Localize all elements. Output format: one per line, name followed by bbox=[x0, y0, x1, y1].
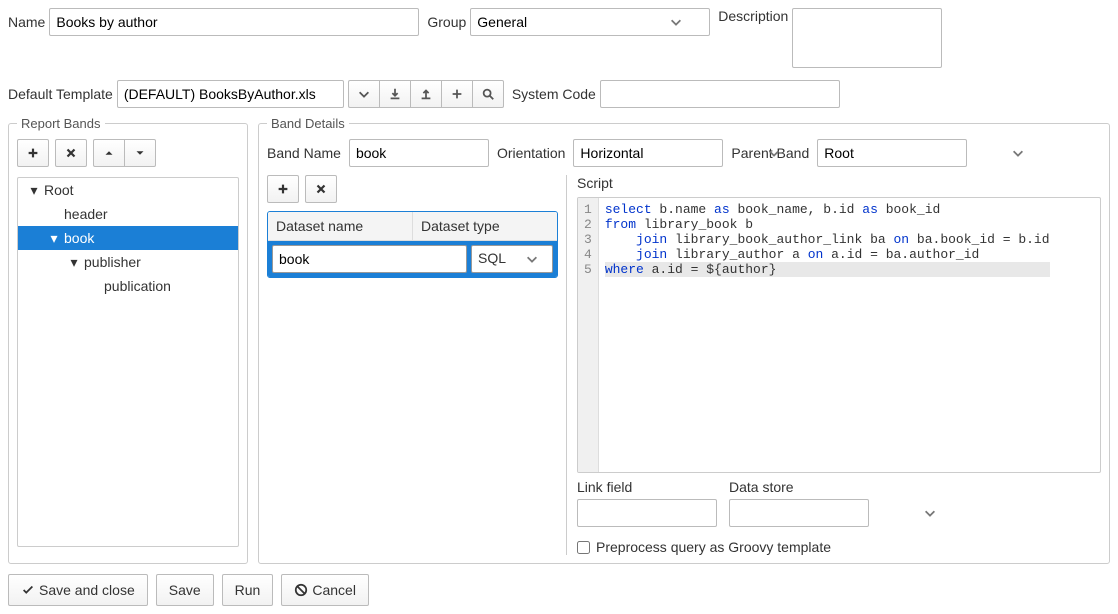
datastore-value[interactable] bbox=[730, 500, 923, 526]
cancel-button[interactable]: Cancel bbox=[281, 574, 369, 606]
save-and-close-label: Save and close bbox=[39, 582, 135, 598]
run-button[interactable]: Run bbox=[222, 574, 274, 606]
chevron-down-icon bbox=[664, 15, 688, 29]
chevron-down-icon bbox=[767, 146, 781, 160]
description-textarea[interactable] bbox=[792, 8, 942, 68]
chevron-down-icon bbox=[923, 506, 937, 520]
group-select-value[interactable] bbox=[471, 9, 664, 35]
chevron-down-icon bbox=[1011, 146, 1025, 160]
bands-tree[interactable]: ▾Rootheader▾book▾publisherpublication bbox=[17, 177, 239, 547]
band-add-button[interactable] bbox=[17, 139, 49, 167]
download-icon bbox=[388, 87, 402, 101]
datasets-table[interactable]: Dataset name Dataset type SQL bbox=[267, 211, 558, 278]
datastore-select[interactable] bbox=[729, 499, 869, 527]
template-add-button[interactable] bbox=[441, 80, 472, 108]
template-label: Default Template bbox=[8, 86, 113, 102]
dataset-type-select[interactable]: SQL bbox=[471, 245, 553, 273]
bandname-label: Band Name bbox=[267, 145, 341, 161]
tree-node-label: Root bbox=[44, 182, 74, 198]
script-label: Script bbox=[577, 175, 1101, 191]
band-details-legend: Band Details bbox=[267, 116, 349, 131]
dataset-row[interactable]: SQL bbox=[268, 241, 557, 277]
upload-icon bbox=[419, 87, 433, 101]
report-bands-panel: Report Bands ▾Rootheader▾book▾publisherp… bbox=[8, 116, 248, 564]
tree-expand-icon: ▾ bbox=[48, 230, 60, 247]
tree-node[interactable]: ▾Root bbox=[18, 178, 238, 202]
bandname-input[interactable] bbox=[349, 139, 489, 167]
chevron-down-icon bbox=[512, 246, 552, 272]
tree-node-label: header bbox=[64, 206, 108, 222]
ds-col-name: Dataset name bbox=[268, 212, 413, 240]
orientation-select[interactable] bbox=[573, 139, 723, 167]
band-movedown-button[interactable] bbox=[124, 139, 156, 167]
chevron-down-icon bbox=[357, 87, 371, 101]
tree-node[interactable]: ▾publisher bbox=[18, 250, 238, 274]
tree-node-label: publication bbox=[104, 278, 171, 294]
cancel-icon bbox=[294, 583, 308, 597]
close-icon bbox=[64, 146, 78, 160]
template-dropdown-button[interactable] bbox=[348, 80, 379, 108]
tree-node[interactable]: publication bbox=[18, 274, 238, 298]
dataset-remove-button[interactable] bbox=[305, 175, 337, 203]
plus-icon bbox=[276, 182, 290, 196]
save-and-close-button[interactable]: Save and close bbox=[8, 574, 148, 606]
tree-node-label: book bbox=[64, 230, 94, 246]
template-select[interactable] bbox=[117, 80, 344, 108]
cancel-label: Cancel bbox=[312, 582, 356, 598]
ds-col-type: Dataset type bbox=[413, 212, 557, 240]
linkfield-input[interactable] bbox=[577, 499, 717, 527]
parentband-select[interactable] bbox=[817, 139, 967, 167]
group-select[interactable] bbox=[470, 8, 710, 36]
band-remove-button[interactable] bbox=[55, 139, 87, 167]
dataset-add-button[interactable] bbox=[267, 175, 299, 203]
run-label: Run bbox=[235, 582, 261, 598]
tree-node[interactable]: ▾book bbox=[18, 226, 238, 250]
group-label: Group bbox=[427, 14, 466, 30]
name-label: Name bbox=[8, 14, 45, 30]
script-editor[interactable]: 12345 select b.name as book_name, b.id a… bbox=[577, 197, 1101, 473]
template-upload-button[interactable] bbox=[410, 80, 441, 108]
caret-up-icon bbox=[102, 146, 116, 160]
dataset-type-value: SQL bbox=[472, 246, 512, 272]
close-icon bbox=[314, 182, 328, 196]
linkfield-label: Link field bbox=[577, 479, 717, 495]
template-download-button[interactable] bbox=[379, 80, 410, 108]
caret-down-icon bbox=[133, 146, 147, 160]
search-icon bbox=[481, 87, 495, 101]
preprocess-checkbox[interactable] bbox=[577, 541, 590, 554]
datastore-label: Data store bbox=[729, 479, 869, 495]
template-select-value[interactable] bbox=[118, 81, 343, 107]
syscode-input[interactable] bbox=[600, 80, 840, 108]
plus-icon bbox=[450, 87, 464, 101]
check-icon bbox=[21, 583, 35, 597]
report-bands-legend: Report Bands bbox=[17, 116, 105, 131]
syscode-label: System Code bbox=[512, 86, 596, 102]
save-label: Save bbox=[169, 582, 201, 598]
band-moveup-button[interactable] bbox=[93, 139, 124, 167]
save-button[interactable]: Save bbox=[156, 574, 214, 606]
description-label: Description bbox=[718, 8, 788, 24]
orient-label: Orientation bbox=[497, 145, 565, 161]
dataset-name-input[interactable] bbox=[272, 245, 467, 273]
template-search-button[interactable] bbox=[472, 80, 504, 108]
band-details-panel: Band Details Band Name Orientation Paren… bbox=[258, 116, 1110, 564]
tree-expand-icon: ▾ bbox=[28, 182, 40, 199]
preprocess-label: Preprocess query as Groovy template bbox=[596, 539, 831, 555]
name-input[interactable] bbox=[49, 8, 419, 36]
parentband-value[interactable] bbox=[818, 140, 1011, 166]
plus-icon bbox=[26, 146, 40, 160]
tree-node[interactable]: header bbox=[18, 202, 238, 226]
tree-expand-icon: ▾ bbox=[68, 254, 80, 271]
orientation-value[interactable] bbox=[574, 140, 767, 166]
tree-node-label: publisher bbox=[84, 254, 141, 270]
